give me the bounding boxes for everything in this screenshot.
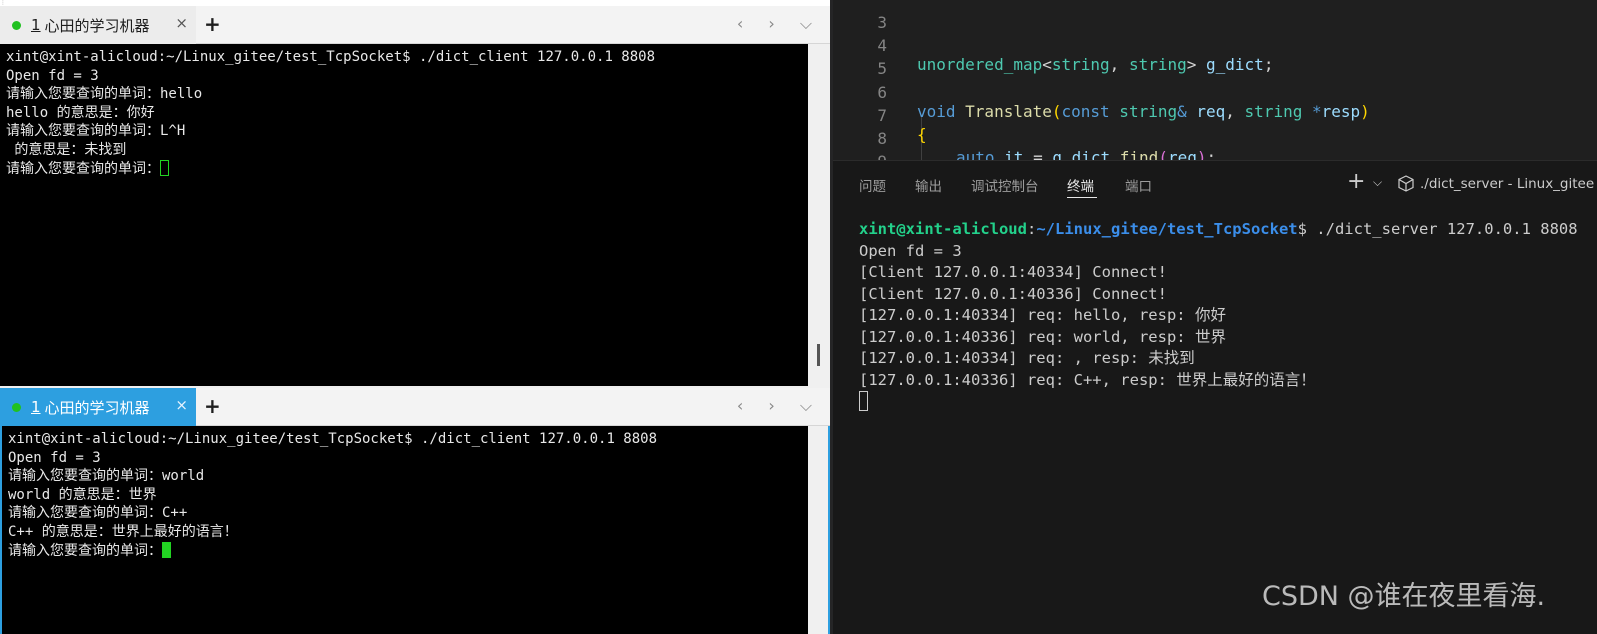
tab-title: 心田的学习机器: [44, 398, 150, 417]
line-number: 9: [833, 152, 887, 160]
terminal-line: 请输入您要查询的单词：L^H: [6, 123, 186, 140]
terminal-line: C++ 的意思是：世界上最好的语言！: [8, 523, 238, 540]
tab-title: 心田的学习机器: [44, 16, 150, 35]
session-tab-top[interactable]: 1 心田的学习机器 ×: [0, 6, 196, 44]
bottom-panel: 问题 输出 调试控制台 终端 端口 + ⌵ ./dict_server - Li…: [833, 160, 1597, 634]
terminal-line: 请输入您要查询的单词：hello: [6, 86, 203, 103]
session-tab-bottom[interactable]: 1 心田的学习机器 ×: [0, 388, 196, 426]
close-tab-icon[interactable]: ×: [175, 14, 188, 32]
scrollbar-thumb[interactable]: [817, 344, 820, 366]
code-line-4: 4 unordered_map<string, string> g_dict;: [833, 17, 1597, 74]
terminal-cursor: [160, 159, 169, 176]
prompt-user: xint@xint-alicloud: [859, 220, 1027, 238]
tab-navigation-icons[interactable]: ‹ › ⌵: [737, 396, 822, 416]
new-terminal-button[interactable]: +: [1347, 169, 1365, 194]
terminal-line: Open fd = 3: [8, 449, 101, 466]
connected-status-icon: [12, 402, 21, 412]
terminal-pane-top: ⋮ 1 心田的学习机器 × + ‹ › ⌵ xint@xint-alicloud…: [0, 0, 830, 386]
terminal-line: Open fd = 3: [859, 241, 962, 260]
terminal-cursor: [162, 541, 171, 558]
terminal-line: [127.0.0.1:40334] req: hello, resp: 你好: [859, 306, 1226, 324]
tab-number: 1: [31, 398, 41, 416]
terminal-line: [127.0.0.1:40334] req: , resp: 未找到: [859, 349, 1195, 367]
terminal-output-bottom[interactable]: xint@xint-alicloud:~/Linux_gitee/test_Tc…: [0, 426, 808, 634]
terminal-line: [127.0.0.1:40336] req: C++, resp: 世界上最好的…: [859, 370, 1316, 389]
terminal-line: xint@xint-alicloud:~/Linux_gitee/test_Tc…: [8, 431, 658, 447]
terminal-prompt-line: 请输入您要查询的单词：: [6, 159, 808, 179]
prompt-path: ~/Linux_gitee/test_TcpSocket: [1036, 220, 1298, 238]
terminal-title[interactable]: ./dict_server - Linux_gitee: [1420, 176, 1594, 192]
terminal-line: [127.0.0.1:40336] req: world, resp: 世界: [859, 327, 1226, 346]
tab-ports[interactable]: 端口: [1125, 175, 1152, 195]
tab-navigation-icons[interactable]: ‹ › ⌵: [737, 14, 822, 34]
terminal-cursor-line: [859, 391, 1578, 413]
code-editor[interactable]: 3 4 unordered_map<string, string> g_dict…: [833, 0, 1597, 160]
terminal-cursor: [859, 391, 868, 411]
terminal-line: [Client 127.0.0.1:40334] Connect!: [859, 263, 1167, 281]
tab-debug-console[interactable]: 调试控制台: [971, 175, 1039, 195]
new-tab-button[interactable]: +: [204, 13, 221, 35]
tab-problems[interactable]: 问题: [859, 175, 886, 195]
terminal-line: 的意思是：未找到: [6, 141, 127, 158]
tab-terminal[interactable]: 终端: [1067, 175, 1094, 195]
prompt-text: 请输入您要查询的单词：: [6, 160, 160, 177]
scrollbar-bottom[interactable]: [808, 426, 830, 634]
terminal-line: hello 的意思是：你好: [6, 104, 155, 121]
prompt-text: 请输入您要查询的单词：: [8, 542, 162, 559]
watermark: CSDN @谁在夜里看海.: [1262, 581, 1546, 612]
terminal-line: world 的意思是：世界: [8, 486, 157, 503]
terminal-shell-icon: [1398, 175, 1414, 192]
code-line-9: 9 if(it == g_dict.end()){: [833, 133, 1597, 160]
code-line-8: 8 auto it = g_dict.find(req);: [833, 110, 1597, 160]
code-line-7: 7 {: [833, 87, 1597, 144]
integrated-terminal-output[interactable]: xint@xint-alicloud:~/Linux_gitee/test_Tc…: [859, 219, 1578, 413]
prompt-command: $ ./dict_server 127.0.0.1 8808: [1297, 220, 1578, 238]
terminal-prompt-line: 请输入您要查询的单词：: [8, 541, 808, 561]
active-tab-indicator: [1067, 197, 1097, 198]
code-line-5: 5: [833, 40, 1597, 78]
tab-number: 1: [31, 16, 41, 34]
tab-bar-top: 1 心田的学习机器 × + ‹ › ⌵: [0, 6, 830, 44]
tab-bar-bottom: 1 心田的学习机器 × + ‹ › ⌵: [0, 388, 830, 426]
terminal-line: 请输入您要查询的单词：world: [8, 468, 205, 485]
terminal-output-top[interactable]: xint@xint-alicloud:~/Linux_gitee/test_Tc…: [0, 44, 808, 386]
prompt-separator: :: [1026, 220, 1037, 238]
scrollbar-top[interactable]: [808, 44, 830, 386]
connected-status-icon: [12, 20, 21, 30]
terminal-line: xint@xint-alicloud:~/Linux_gitee/test_Tc…: [6, 49, 656, 65]
tab-output[interactable]: 输出: [915, 175, 942, 195]
code-line-6: 6 void Translate(const string& req, stri…: [833, 64, 1597, 121]
terminal-line: 请输入您要查询的单词：C++: [8, 505, 188, 522]
chevron-down-icon[interactable]: ⌵: [1373, 175, 1382, 190]
code-line-3: 3: [833, 0, 1597, 32]
terminal-prompt-line: xint@xint-alicloud:~/Linux_gitee/test_Tc…: [859, 219, 1578, 241]
terminal-pane-bottom: 1 心田的学习机器 × + ‹ › ⌵ xint@xint-alicloud:~…: [0, 388, 830, 634]
close-tab-icon[interactable]: ×: [175, 396, 188, 414]
new-tab-button[interactable]: +: [204, 395, 221, 417]
terminal-line: Open fd = 3: [6, 67, 99, 84]
terminal-line: [Client 127.0.0.1:40336] Connect!: [859, 284, 1167, 303]
